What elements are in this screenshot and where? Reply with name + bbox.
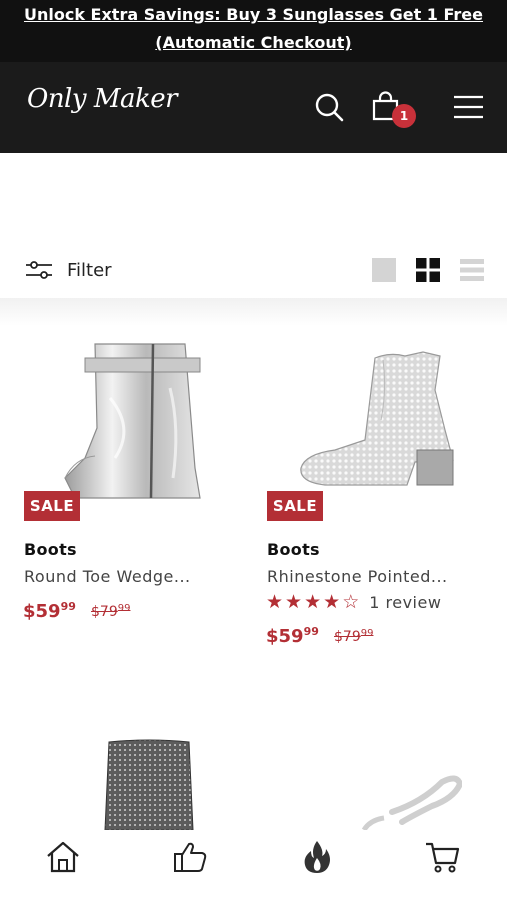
filter-button[interactable]: Filter	[25, 257, 112, 283]
filter-bar: Filter	[0, 245, 507, 295]
product-original-price: $7999	[334, 628, 373, 645]
review-count: 1 review	[369, 592, 442, 612]
cart-icon[interactable]	[424, 838, 462, 876]
product-name[interactable]: Rhinestone Pointed...	[267, 567, 448, 586]
product-rating[interactable]: ★ ★ ★ ★ ☆ 1 review	[266, 592, 441, 612]
product-price: $5999	[266, 625, 319, 647]
promo-link-line1[interactable]: Unlock Extra Savings: Buy 3 Sunglasses G…	[24, 5, 483, 24]
bottom-navigation	[0, 830, 507, 900]
product-name[interactable]: Round Toe Wedge...	[24, 567, 191, 586]
product-image-lace-up-heel[interactable]	[361, 772, 464, 832]
price-cents: 99	[60, 600, 76, 613]
old-price-main: $79	[334, 629, 361, 645]
promo-bar: Unlock Extra Savings: Buy 3 Sunglasses G…	[0, 0, 507, 62]
price-cents: 99	[303, 625, 319, 638]
filter-label: Filter	[67, 259, 112, 281]
promo-link-line2[interactable]: (Automatic Checkout)	[155, 33, 351, 52]
old-price-cents: 99	[117, 603, 131, 614]
filter-sliders-icon	[26, 261, 52, 279]
product-price: $5999	[23, 600, 76, 622]
sale-badge: SALE	[267, 491, 323, 521]
search-icon[interactable]	[312, 90, 346, 124]
list-view-icon[interactable]	[460, 258, 484, 282]
grid-view-icon[interactable]	[416, 258, 440, 282]
home-icon[interactable]	[44, 838, 82, 876]
product-type: Boots	[267, 540, 320, 559]
sale-badge: SALE	[24, 491, 80, 521]
price-main: $59	[23, 601, 61, 622]
site-header: Only Maker	[0, 62, 507, 153]
fire-icon[interactable]	[298, 838, 336, 876]
price-main: $59	[266, 626, 304, 647]
logo[interactable]: Only Maker	[27, 84, 178, 114]
star-filled-icon: ★	[285, 591, 303, 613]
menu-icon[interactable]	[452, 90, 486, 124]
product-original-price: $7999	[91, 603, 130, 620]
thumbs-up-icon[interactable]	[171, 838, 209, 876]
single-view-icon[interactable]	[372, 258, 396, 282]
section-divider	[0, 298, 507, 326]
cart-count-badge: 1	[392, 104, 416, 128]
star-filled-icon: ★	[323, 591, 341, 613]
old-price-cents: 99	[360, 628, 374, 639]
product-type: Boots	[24, 540, 77, 559]
product-image-rhinestone-boot[interactable]	[295, 350, 460, 490]
product-image-sparkle-boot[interactable]	[103, 738, 195, 831]
star-filled-icon: ★	[304, 591, 322, 613]
star-empty-icon: ☆	[342, 591, 360, 613]
product-image-silver-wedge-boot[interactable]	[55, 338, 215, 508]
star-filled-icon: ★	[266, 591, 284, 613]
old-price-main: $79	[91, 604, 118, 620]
